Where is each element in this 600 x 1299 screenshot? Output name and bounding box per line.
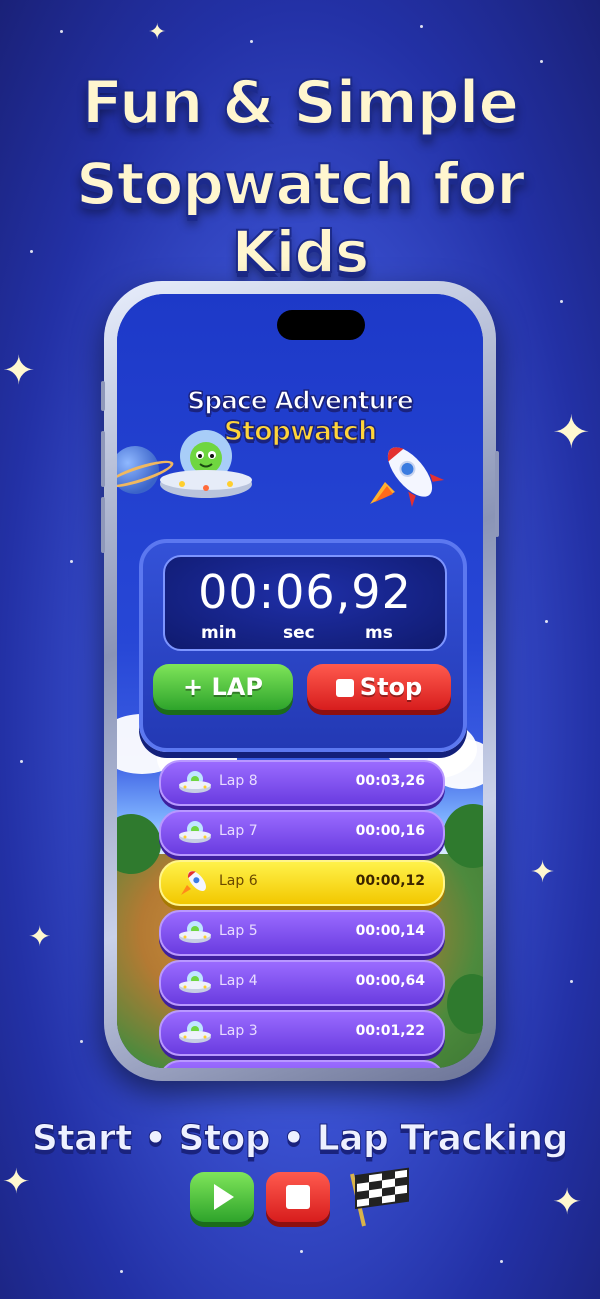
lap-row: Lap 8 00:03,26 bbox=[159, 760, 445, 806]
timer-digits: 00:06,92 bbox=[198, 565, 412, 619]
unit-ms: ms bbox=[365, 623, 393, 643]
rocket-icon bbox=[370, 447, 445, 507]
sparkle-icon: ✦ bbox=[2, 348, 36, 394]
sparkle-icon: ✦ bbox=[148, 20, 167, 45]
stop-button-label: Stop bbox=[359, 673, 423, 701]
checkered-flag-icon bbox=[350, 1167, 409, 1227]
lap-row: Lap 5 00:00,14 bbox=[159, 910, 445, 956]
timer-display: 00:06,92 min sec ms bbox=[163, 555, 447, 651]
lap-button-label: + LAP bbox=[183, 673, 263, 701]
sparkle-icon: ✦ bbox=[552, 405, 591, 459]
dynamic-island bbox=[277, 310, 365, 340]
list-item-partial bbox=[159, 1060, 445, 1068]
lap-button[interactable]: + LAP bbox=[153, 664, 293, 710]
timer-panel: 00:06,92 min sec ms + LAP Stop bbox=[139, 539, 467, 752]
play-icon bbox=[190, 1172, 254, 1222]
sparkle-icon: ✦ bbox=[552, 1182, 583, 1223]
lap-name: Lap 5 bbox=[219, 923, 258, 939]
sparkle-icon: ✦ bbox=[28, 920, 52, 953]
lap-time: 00:00,12 bbox=[355, 873, 425, 889]
stop-square-icon bbox=[335, 679, 354, 697]
phone-mockup: Space Adventure Stopwatch 00:06,92 min s… bbox=[101, 281, 499, 1081]
unit-sec: sec bbox=[283, 623, 315, 643]
alien-ufo-icon bbox=[160, 430, 252, 498]
sparkle-icon: ✦ bbox=[2, 1162, 31, 1202]
lap-name: Lap 3 bbox=[219, 1023, 258, 1039]
lap-time: 00:01,22 bbox=[355, 1023, 425, 1039]
lap-name: Lap 8 bbox=[219, 773, 258, 789]
ufo-icon bbox=[179, 771, 211, 793]
lap-row: Lap 4 00:00,64 bbox=[159, 960, 445, 1006]
stop-icon bbox=[266, 1172, 330, 1222]
app-screen: Space Adventure Stopwatch 00:06,92 min s… bbox=[117, 294, 483, 1068]
feature-tagline: Start • Stop • Lap Tracking bbox=[32, 1118, 569, 1160]
lap-time: 00:00,16 bbox=[355, 823, 425, 839]
app-title-line1: Space Adventure bbox=[186, 385, 414, 416]
lap-name: Lap 7 bbox=[219, 823, 258, 839]
lap-time: 00:00,64 bbox=[355, 973, 425, 989]
lap-row: Lap 7 00:00,16 bbox=[159, 810, 445, 856]
ufo-icon bbox=[179, 971, 211, 993]
headline-line2: Stopwatch for Kids bbox=[75, 149, 526, 287]
lap-row: Lap 6 00:00,12 bbox=[159, 860, 445, 906]
lap-time: 00:03,26 bbox=[355, 773, 425, 789]
headline-line1: Fun & Simple bbox=[81, 67, 520, 139]
stop-button[interactable]: Stop bbox=[307, 664, 451, 710]
ufo-icon bbox=[179, 921, 211, 943]
sparkle-icon: ✦ bbox=[530, 855, 556, 890]
ufo-icon bbox=[179, 1021, 211, 1043]
ufo-icon bbox=[179, 821, 211, 843]
promo-page: ✦ ✦ ✦ ✦ ✦ ✦ ✦ Fun & Simple Stopwatch for… bbox=[0, 0, 600, 1299]
unit-min: min bbox=[201, 623, 237, 643]
rocket-icon bbox=[181, 871, 206, 895]
lap-row: Lap 3 00:01,22 bbox=[159, 1010, 445, 1056]
lap-time: 00:00,14 bbox=[355, 923, 425, 939]
lap-name: Lap 6 bbox=[219, 873, 258, 889]
lap-name: Lap 4 bbox=[219, 973, 258, 989]
